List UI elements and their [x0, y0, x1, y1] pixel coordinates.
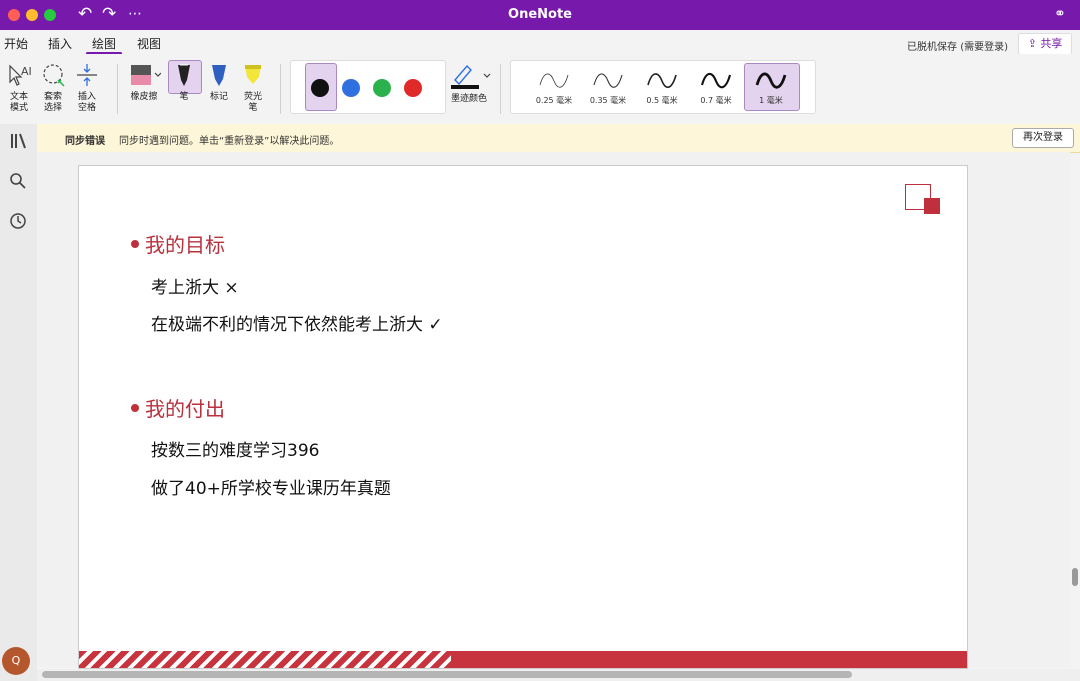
- pen-button[interactable]: 笔: [168, 62, 200, 103]
- stroke-sample-icon: [647, 73, 677, 88]
- ribbon-divider: [500, 64, 501, 114]
- thickness-05-option[interactable]: 0.5 毫米: [635, 67, 689, 109]
- thickness-label: 0.25 毫米: [535, 96, 573, 105]
- notebooks-icon-graphic: [11, 133, 26, 149]
- avatar[interactable]: Q: [2, 647, 30, 675]
- share-button[interactable]: ⇪ 共享: [1018, 33, 1072, 55]
- lasso-select-button[interactable]: 套索 选择: [38, 62, 68, 114]
- thickness-035-option[interactable]: 0.35 毫米: [581, 67, 635, 109]
- stroke-sample-icon: [755, 72, 787, 89]
- footer-stripe-bar: [79, 651, 967, 668]
- color-palette: [290, 60, 446, 114]
- marker-icon: [212, 65, 226, 86]
- goal-line-1: 考上浙大 ×: [151, 278, 239, 298]
- stroke-sample-icon: [700, 72, 732, 89]
- tab-insert[interactable]: 插入: [48, 35, 72, 52]
- horizontal-scrollbar-thumb[interactable]: [42, 671, 852, 678]
- stroke-sample-icon: [539, 73, 569, 88]
- account-link-icon[interactable]: ⚭: [1054, 4, 1066, 24]
- effort-line-1: 按数三的难度学习396: [151, 441, 320, 461]
- notebooks-icon[interactable]: [6, 132, 30, 156]
- thickness-palette: 0.25 毫米 0.35 毫米 0.5 毫米 0.7 毫米 1 毫米: [510, 60, 816, 114]
- thickness-07-option[interactable]: 0.7 毫米: [689, 67, 743, 109]
- marker-button[interactable]: 标记: [204, 62, 234, 103]
- highlighter-icon: [245, 65, 261, 84]
- search-icon[interactable]: [6, 172, 30, 196]
- ink-color-label: 墨迹颜色: [450, 94, 487, 104]
- sync-error-banner: 同步错误 同步时遇到问题。单击“重新登录”以解决此问题。 再次登录: [37, 124, 1080, 153]
- vertical-scrollbar-thumb[interactable]: [1072, 568, 1078, 586]
- ink-color-button[interactable]: 墨迹颜色: [446, 62, 492, 105]
- retry-login-button[interactable]: 再次登录: [1012, 128, 1074, 148]
- stroke-sample-icon: [593, 73, 623, 88]
- thickness-label: 0.5 毫米: [646, 96, 678, 105]
- ribbon-divider: [280, 64, 281, 114]
- lasso-icon: [43, 64, 65, 87]
- eraser-icon: [131, 65, 161, 85]
- menu-bar: 开始 插入 绘图 视图 已脱机保存 (需要登录) ⇪ 共享: [0, 30, 1080, 55]
- thickness-025-option[interactable]: 0.25 毫米: [527, 67, 581, 109]
- eraser-label: 橡皮擦: [130, 92, 158, 102]
- bullet-dot: [131, 404, 139, 412]
- thickness-label: 0.35 毫米: [589, 96, 627, 105]
- left-sidebar: [0, 124, 37, 681]
- sync-error-message: 同步时遇到问题。单击“重新登录”以解决此问题。: [119, 136, 340, 147]
- share-icon: ⇪: [1027, 37, 1037, 50]
- text-cursor-icon: AI: [9, 64, 32, 86]
- clock-icon-graphic: [10, 213, 26, 229]
- insert-space-button[interactable]: 插入 空格: [72, 62, 102, 114]
- app-title: OneNote: [508, 7, 572, 22]
- ink-color-icon: [451, 64, 491, 89]
- lasso-label: 套索 选择: [43, 92, 62, 113]
- title-bar: ↶ ↷ ⋯ OneNote ⚭: [0, 0, 1080, 30]
- text-mode-button[interactable]: AI 文本 模式: [4, 62, 34, 114]
- tab-home[interactable]: 开始: [4, 35, 28, 52]
- insert-space-label: 插入 空格: [77, 92, 96, 113]
- effort-line-2: 做了40+所学校专业课历年真题: [151, 479, 391, 499]
- ribbon-divider: [117, 64, 118, 114]
- thickness-1-option[interactable]: 1 毫米: [744, 67, 798, 109]
- section-heading-effort: 我的付出: [145, 397, 225, 421]
- highlighter-button[interactable]: 荧光 笔: [238, 62, 268, 114]
- bullet-dot: [131, 240, 139, 248]
- color-black-swatch[interactable]: [311, 79, 329, 97]
- insert-space-icon: [77, 64, 97, 86]
- embedded-slide[interactable]: 我的目标 考上浙大 × 在极端不利的情况下依然能考上浙大 ✓ 我的付出 按数三的…: [78, 165, 968, 669]
- search-icon-graphic: [10, 173, 26, 189]
- color-red-swatch[interactable]: [404, 79, 422, 97]
- footer-hatched-segment: [79, 651, 451, 668]
- goal-line-2: 在极端不利的情况下依然能考上浙大 ✓: [151, 315, 443, 335]
- tab-draw[interactable]: 绘图: [92, 35, 116, 52]
- thickness-label: 1 毫米: [759, 96, 783, 105]
- color-blue-swatch[interactable]: [342, 79, 360, 97]
- corner-square-filled: [924, 198, 940, 214]
- draw-ribbon: AI 文本 模式 套索 选择 插入 空格 橡皮擦 笔 标记 荧光 笔 墨迹颜色 …: [0, 54, 1080, 124]
- save-status: 已脱机保存 (需要登录): [907, 42, 1008, 53]
- pen-icon: [178, 64, 190, 86]
- recent-clock-icon[interactable]: [6, 212, 30, 236]
- color-green-swatch[interactable]: [373, 79, 391, 97]
- svg-text:AI: AI: [21, 65, 32, 78]
- pen-label: 笔: [179, 92, 189, 102]
- marker-label: 标记: [209, 92, 228, 102]
- eraser-button[interactable]: 橡皮擦: [124, 62, 164, 103]
- share-label: 共享: [1040, 37, 1063, 50]
- thickness-label: 0.7 毫米: [700, 96, 732, 105]
- sync-error-title: 同步错误: [65, 136, 105, 147]
- tab-view[interactable]: 视图: [137, 35, 161, 52]
- highlighter-label: 荧光 笔: [243, 92, 262, 113]
- section-heading-goal: 我的目标: [145, 233, 225, 257]
- text-mode-label: 文本 模式: [9, 92, 28, 113]
